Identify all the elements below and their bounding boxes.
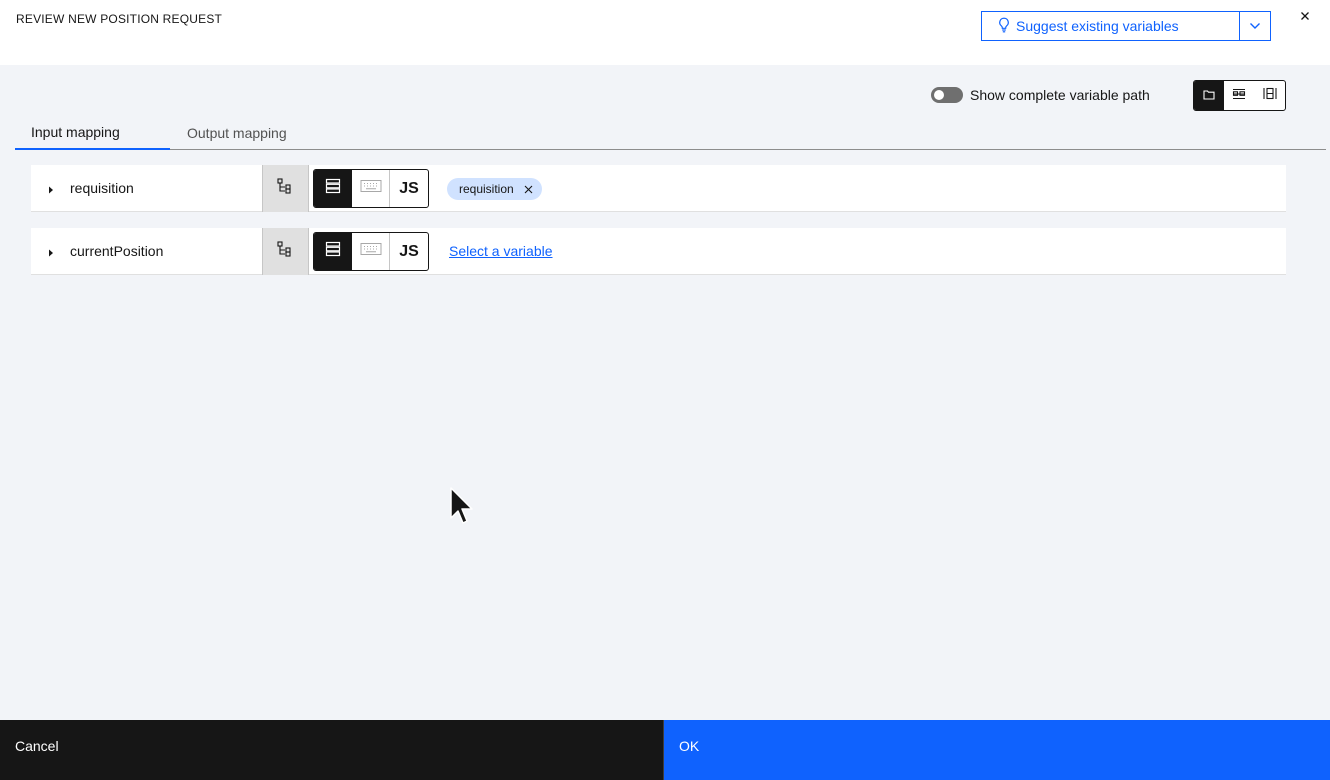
variable-list-icon [325,178,341,199]
mapped-variable-tag-label: requisition [459,182,514,196]
suggest-variables-label: Suggest existing variables [1016,18,1179,34]
close-button[interactable] [1297,9,1313,25]
keyboard-mode-button[interactable] [352,233,390,270]
tree-view-button[interactable] [262,165,309,212]
column-view-icon [1263,87,1277,105]
suggest-dropdown-toggle[interactable] [1239,12,1270,40]
row-variable-name: requisition [70,180,134,196]
tree-structure-icon [276,178,295,199]
view-mode-switcher [1193,80,1286,111]
expand-caret-icon[interactable] [47,182,57,194]
modal-title: REVIEW NEW POSITION REQUEST [16,12,223,26]
variable-mode-button[interactable] [314,233,352,270]
keyboard-icon [360,179,382,198]
variable-list-icon [325,241,341,262]
keyboard-mode-button[interactable] [352,170,390,207]
javascript-mode-button[interactable]: JS [390,233,428,270]
suggest-variables-split-button: Suggest existing variables [981,11,1271,41]
lightbulb-icon [998,17,1016,36]
modal-footer: Cancel OK [0,720,1330,780]
javascript-mode-button[interactable]: JS [390,170,428,207]
row-variable-name: currentPosition [70,243,164,259]
view-mode-folder[interactable] [1194,81,1225,110]
mapping-tabs: Input mapping Output mapping [15,115,1326,150]
tree-view-button[interactable] [262,228,309,275]
select-variable-link[interactable]: Select a variable [449,243,553,259]
modal-header: REVIEW NEW POSITION REQUEST Suggest exis… [0,0,1330,65]
keyboard-icon [360,242,382,261]
cancel-button[interactable]: Cancel [0,720,663,780]
variable-path-toggle[interactable] [931,87,963,103]
view-mode-list[interactable] [1224,81,1254,110]
remove-tag-close-icon[interactable] [522,182,536,196]
tab-output-mapping[interactable]: Output mapping [171,115,321,150]
tab-input-mapping[interactable]: Input mapping [15,115,170,150]
tree-structure-icon [276,241,295,262]
expand-caret-icon[interactable] [47,245,57,257]
mapping-row-current-position: currentPosition JS Select a variable [31,228,1286,275]
close-icon [1300,8,1310,26]
folder-view-icon [1203,87,1215,105]
chevron-down-icon [1249,17,1261,35]
variable-mode-button[interactable] [314,170,352,207]
suggest-variables-button[interactable]: Suggest existing variables [982,12,1239,40]
mapped-variable-tag: requisition [447,178,542,200]
variable-path-toggle-row: Show complete variable path [931,84,1150,106]
input-mode-switcher: JS [313,232,429,271]
view-mode-columns[interactable] [1255,81,1285,110]
mouse-pointer-icon [449,486,473,531]
ok-button[interactable]: OK [663,720,1330,780]
variable-path-toggle-label: Show complete variable path [970,87,1150,103]
input-mode-switcher: JS [313,169,429,208]
list-view-icon [1232,87,1246,105]
mapping-row-requisition: requisition JS requisition [31,165,1286,212]
